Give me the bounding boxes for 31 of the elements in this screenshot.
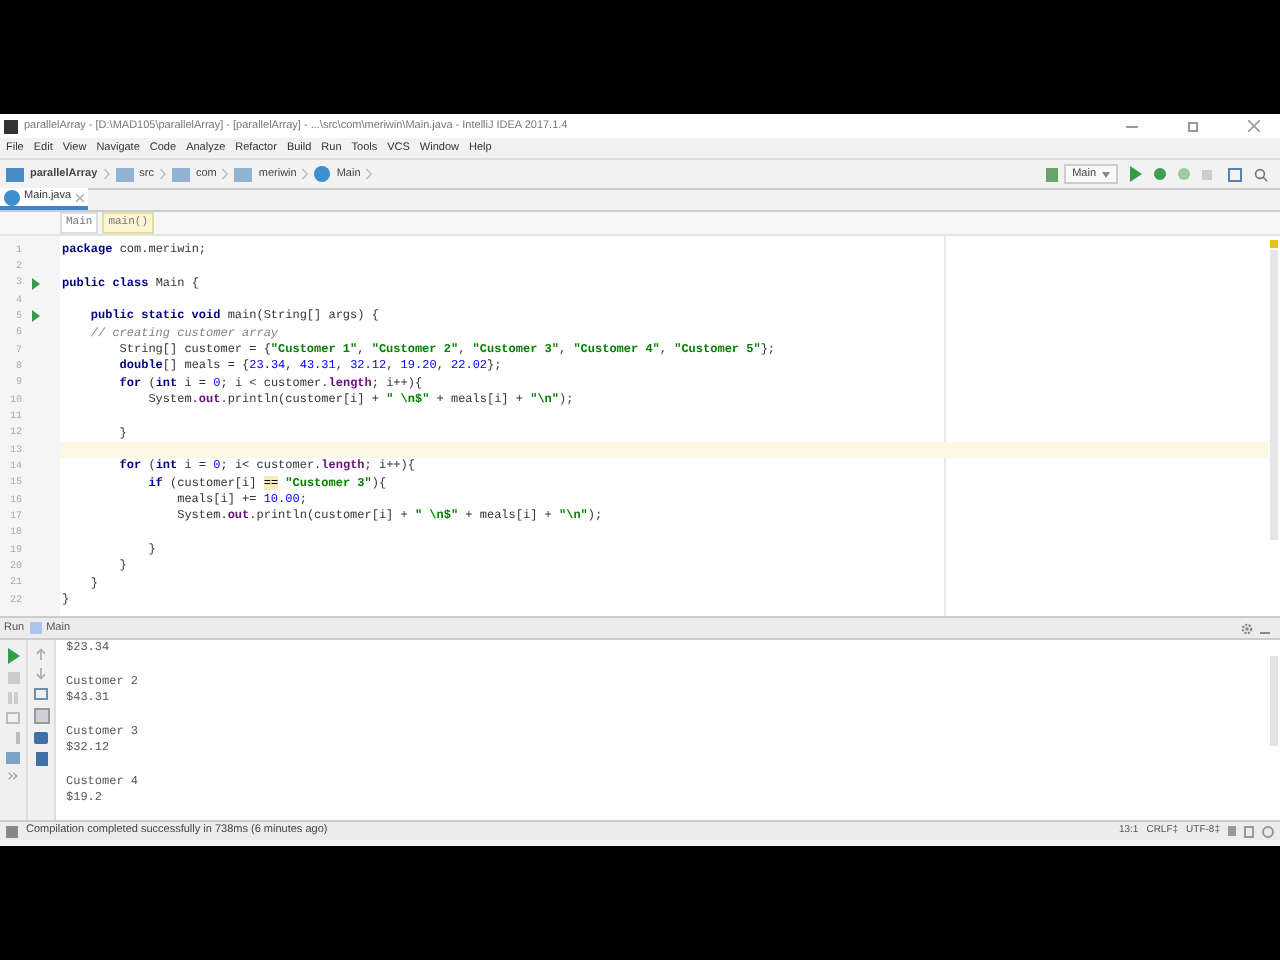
project-folder-icon bbox=[6, 167, 24, 181]
chevron-icon bbox=[366, 168, 373, 180]
stop-icon[interactable] bbox=[1202, 169, 1212, 179]
run-icon[interactable] bbox=[1130, 166, 1142, 182]
chevron-icon bbox=[103, 168, 110, 180]
folder-icon bbox=[115, 167, 134, 181]
class-icon bbox=[314, 166, 331, 182]
stop-icon[interactable] bbox=[7, 672, 19, 684]
close-icon[interactable] bbox=[75, 193, 84, 201]
chevron-icon bbox=[222, 168, 229, 180]
coverage-icon[interactable] bbox=[1178, 168, 1190, 180]
close-icon[interactable] bbox=[1248, 120, 1260, 132]
folder-icon bbox=[234, 167, 253, 181]
settings-icon[interactable] bbox=[1240, 621, 1254, 635]
app-icon bbox=[4, 119, 18, 133]
down-arrow-icon[interactable] bbox=[36, 668, 46, 680]
inspection-status-icon bbox=[1270, 240, 1278, 248]
pause-icon[interactable] bbox=[8, 692, 18, 704]
class-icon bbox=[4, 189, 20, 205]
search-icon[interactable] bbox=[1254, 167, 1268, 181]
run-gutter-icon[interactable] bbox=[32, 310, 40, 323]
debug-icon[interactable] bbox=[1154, 168, 1166, 180]
chevron-icon bbox=[302, 168, 309, 180]
folder-icon bbox=[171, 167, 190, 181]
more-icon[interactable] bbox=[8, 772, 18, 780]
run-gutter-icon[interactable] bbox=[32, 277, 40, 290]
chevron-icon bbox=[159, 168, 166, 180]
maximize-icon[interactable] bbox=[1188, 121, 1198, 131]
up-arrow-icon[interactable] bbox=[36, 648, 46, 660]
caret-icon bbox=[1102, 171, 1110, 177]
minimize-icon[interactable] bbox=[1126, 125, 1138, 127]
